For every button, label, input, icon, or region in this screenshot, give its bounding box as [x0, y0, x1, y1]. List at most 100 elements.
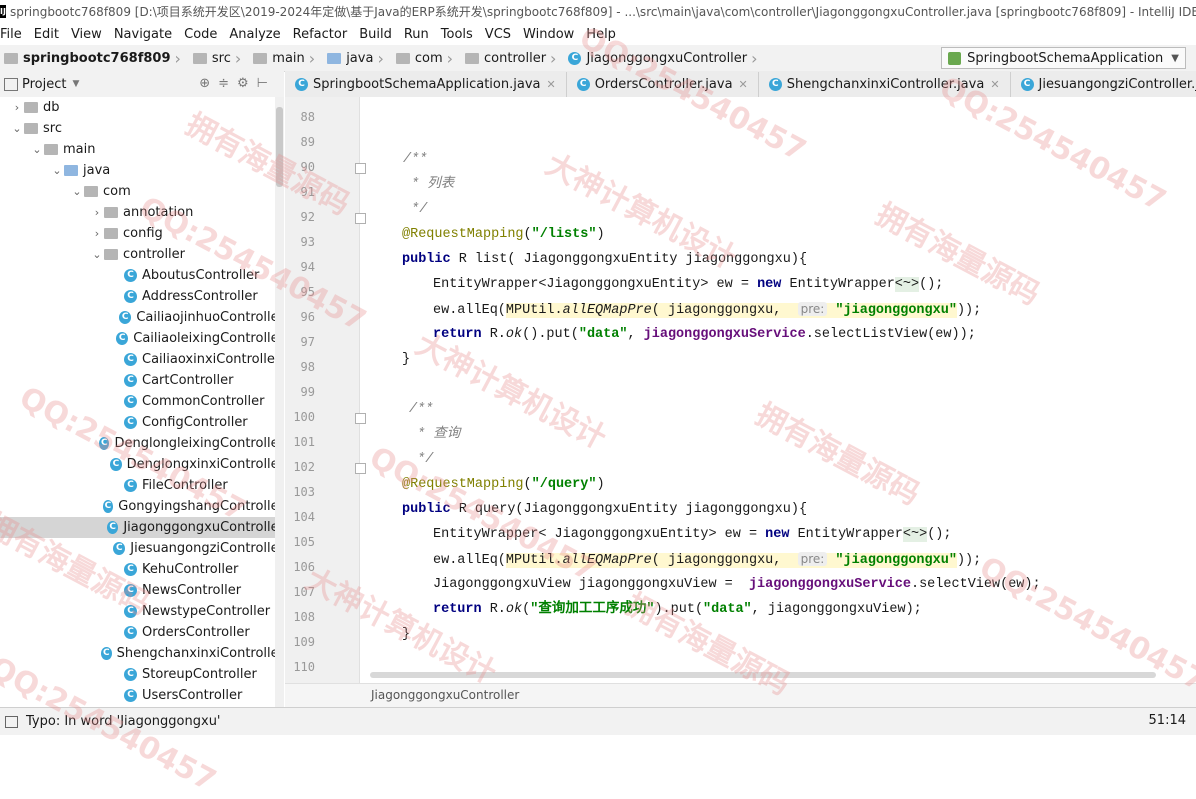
- tree-item-label: CailiaojinhuoController: [136, 310, 284, 325]
- project-panel-title[interactable]: Project: [22, 77, 66, 92]
- breadcrumb-project[interactable]: springbootc768f809 ›: [0, 49, 189, 68]
- fold-marker-icon[interactable]: [355, 463, 366, 474]
- breadcrumb-main[interactable]: main ›: [249, 49, 323, 68]
- tree-item-folder[interactable]: ⌄ main: [0, 139, 284, 160]
- chevron-right-icon[interactable]: ›: [90, 206, 104, 219]
- tree-item-class[interactable]: C ConfigController: [0, 412, 284, 433]
- tool-windows-icon[interactable]: [5, 715, 18, 728]
- tree-item-label: GongyingshangController: [118, 499, 284, 514]
- tree-item-folder[interactable]: ⌄ java: [0, 160, 284, 181]
- close-icon[interactable]: ✕: [990, 78, 999, 91]
- chevron-down-icon[interactable]: ⌄: [50, 164, 64, 177]
- menu-window[interactable]: Window: [523, 27, 580, 42]
- line-number: 98: [300, 360, 315, 374]
- breadcrumb-class[interactable]: C JiagonggongxuController ›: [564, 49, 765, 68]
- class-icon: C: [124, 689, 137, 702]
- tree-item-class[interactable]: C CailiaoxinxiController: [0, 349, 284, 370]
- close-icon[interactable]: ✕: [739, 78, 748, 91]
- folder-icon: [64, 165, 78, 176]
- menu-run[interactable]: Run: [404, 27, 435, 42]
- code-editor[interactable]: 88 89 90 91 92 93 94 95 96 97 98 99 100 101 102 103 104 1…: [285, 97, 1196, 683]
- tree-item-label: AboutusController: [142, 268, 260, 283]
- tree-item-folder[interactable]: › config: [0, 223, 284, 244]
- chevron-down-icon[interactable]: ⌄: [10, 122, 24, 135]
- tree-item-class[interactable]: C CommonController: [0, 391, 284, 412]
- menu-code[interactable]: Code: [184, 27, 223, 42]
- chevron-down-icon[interactable]: ⌄: [90, 248, 104, 261]
- tree-item-folder[interactable]: ⌄ src: [0, 118, 284, 139]
- menu-analyze[interactable]: Analyze: [229, 27, 286, 42]
- tree-item-class[interactable]: C DenglongleixingController: [0, 433, 284, 454]
- breadcrumb-com[interactable]: com ›: [392, 49, 461, 68]
- menu-edit[interactable]: Edit: [34, 27, 65, 42]
- tree-item-class[interactable]: C AboutusController: [0, 265, 284, 286]
- line-number: 92: [300, 210, 315, 224]
- tab-shengchanxinxi-controller[interactable]: C ShengchanxinxiController.java ✕: [759, 71, 1011, 97]
- chevron-down-icon[interactable]: ▼: [72, 79, 79, 89]
- tree-item-folder[interactable]: ⌄ controller: [0, 244, 284, 265]
- fold-marker-icon[interactable]: [355, 213, 366, 224]
- class-icon: C: [124, 584, 137, 597]
- tab-jiesuangongzi-controller[interactable]: CJiesuangongziController.java✕: [1011, 72, 1196, 97]
- project-tree-scrollbar[interactable]: [275, 97, 284, 707]
- tree-item-class[interactable]: C UsersController: [0, 685, 284, 706]
- class-icon: C: [118, 311, 132, 324]
- line-number: 90: [300, 160, 315, 174]
- chevron-down-icon[interactable]: ⌄: [70, 185, 84, 198]
- menu-view[interactable]: View: [71, 27, 108, 42]
- tree-item-class[interactable]: C CailiaoleixingController: [0, 328, 284, 349]
- tree-item-class[interactable]: C ShengchanxinxiController: [0, 643, 284, 664]
- tab-orders-controller[interactable]: C OrdersController.java ✕: [567, 71, 759, 97]
- editor-footer-breadcrumb[interactable]: JiagonggongxuController: [371, 688, 519, 702]
- tree-item-class[interactable]: C KehuController: [0, 559, 284, 580]
- project-panel-tools[interactable]: ⊕≑⚙⊢: [199, 76, 276, 91]
- line-number: 106: [293, 560, 315, 574]
- class-icon: C: [99, 437, 110, 450]
- chevron-down-icon[interactable]: ⌄: [30, 143, 44, 156]
- tree-item-label: src: [43, 121, 62, 136]
- tree-item-class[interactable]: C NewsController: [0, 580, 284, 601]
- class-icon: C: [1020, 77, 1034, 91]
- breadcrumb-src[interactable]: src ›: [189, 49, 249, 68]
- menu-tools[interactable]: Tools: [441, 27, 479, 42]
- tree-item-folder[interactable]: › db: [0, 97, 284, 118]
- menu-vcs[interactable]: VCS: [485, 27, 517, 42]
- line-number: 89: [300, 135, 315, 149]
- tree-item-class[interactable]: C JiesuangongziController: [0, 538, 284, 559]
- run-config-dropdown[interactable]: SpringbootSchemaApplication ▼: [941, 47, 1186, 69]
- breadcrumb-controller[interactable]: controller ›: [461, 49, 564, 68]
- project-tree[interactable]: › db ⌄ src ⌄ main ⌄ java ⌄ com › annotation › config ⌄…: [0, 97, 284, 707]
- tree-item-label: java: [83, 163, 111, 178]
- chevron-right-icon[interactable]: ›: [90, 227, 104, 240]
- menu-file[interactable]: File: [0, 27, 28, 42]
- tree-item-class[interactable]: C NewstypeController: [0, 601, 284, 622]
- chevron-right-icon[interactable]: ›: [10, 101, 24, 114]
- editor-horizontal-scrollbar[interactable]: [370, 672, 1156, 678]
- tree-item-class[interactable]: C FileController: [0, 475, 284, 496]
- tree-item-class[interactable]: C GongyingshangController: [0, 496, 284, 517]
- tab-springboot-schema-application[interactable]: C SpringbootSchemaApplication.java ✕: [285, 71, 567, 97]
- close-icon[interactable]: ✕: [546, 78, 555, 91]
- line-number: 97: [300, 335, 315, 349]
- tree-item-label: NewsController: [142, 583, 242, 598]
- code-line-106: ew.allEq(MPUtil.allEQMapPre( jiagonggong…: [433, 552, 982, 568]
- caret-position[interactable]: 51:14: [1149, 713, 1186, 728]
- tree-item-class[interactable]: C StoreupController: [0, 664, 284, 685]
- tree-item-folder[interactable]: › annotation: [0, 202, 284, 223]
- line-number: 103: [293, 485, 315, 499]
- fold-marker-icon[interactable]: [355, 163, 366, 174]
- tree-item-class[interactable]: C OrdersController: [0, 622, 284, 643]
- menu-help[interactable]: Help: [586, 27, 622, 42]
- tree-item-class[interactable]: C DenglongxinxiController: [0, 454, 284, 475]
- menu-refactor[interactable]: Refactor: [293, 27, 354, 42]
- tree-item-class[interactable]: C CailiaojinhuoController: [0, 307, 284, 328]
- line-number: 93: [300, 235, 315, 249]
- tree-item-folder[interactable]: ⌄ com: [0, 181, 284, 202]
- tree-item-class[interactable]: C AddressController: [0, 286, 284, 307]
- fold-marker-icon[interactable]: [355, 413, 366, 424]
- menu-build[interactable]: Build: [359, 27, 398, 42]
- menu-navigate[interactable]: Navigate: [114, 27, 178, 42]
- tree-item-class[interactable]: C CartController: [0, 370, 284, 391]
- breadcrumb-java[interactable]: java ›: [323, 49, 392, 68]
- tree-item-class[interactable]: C JiagonggongxuController: [0, 517, 284, 538]
